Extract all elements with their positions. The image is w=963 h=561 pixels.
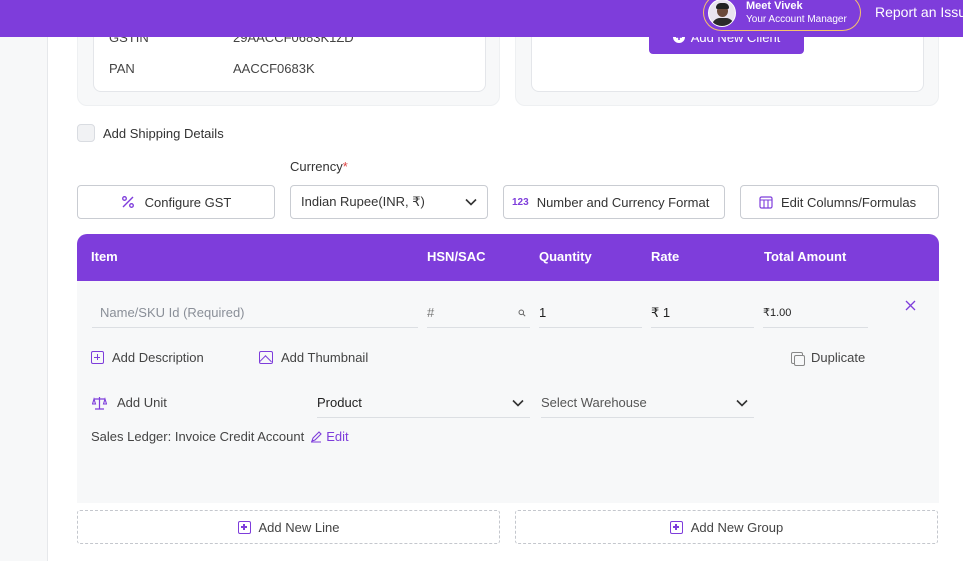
account-manager-pill[interactable]: Meet Vivek Your Account Manager: [703, 0, 861, 31]
hsn-input[interactable]: #: [427, 298, 530, 328]
header-hsn: HSN/SAC: [427, 249, 486, 264]
product-type-select[interactable]: Product: [317, 388, 530, 418]
chevron-down-icon: [465, 198, 477, 206]
chevron-down-icon: [736, 399, 748, 407]
pan-label: PAN: [109, 61, 135, 76]
chevron-down-icon: [512, 399, 524, 407]
rate-input[interactable]: ₹ 1: [651, 298, 754, 328]
add-unit-link[interactable]: Add Unit: [92, 395, 167, 410]
shipping-details-toggle[interactable]: Add Shipping Details: [77, 124, 224, 142]
add-thumbnail-link[interactable]: Add Thumbnail: [259, 350, 368, 365]
left-sidebar-strip: [0, 0, 48, 561]
plus-square-icon: [91, 351, 104, 364]
warehouse-select[interactable]: Select Warehouse: [541, 388, 754, 418]
plus-square-icon: [237, 520, 251, 534]
header-quantity: Quantity: [539, 249, 592, 264]
pencil-icon: [311, 430, 322, 443]
search-icon[interactable]: [518, 309, 526, 317]
remove-row-button[interactable]: [905, 298, 916, 316]
edit-ledger-link[interactable]: Edit: [310, 429, 349, 444]
currency-label: Currency*: [290, 159, 348, 174]
header-item: Item: [91, 249, 118, 264]
number-format-icon: 123: [512, 196, 529, 208]
shipping-checkbox[interactable]: [77, 124, 95, 142]
manager-name: Meet Vivek: [746, 0, 803, 12]
edit-columns-label: Edit Columns/Formulas: [781, 194, 917, 210]
table-columns-icon: [759, 195, 773, 209]
add-new-line-button[interactable]: Add New Line: [77, 510, 500, 544]
pan-row: PAN AACCF0683K: [109, 61, 315, 76]
currency-select[interactable]: Indian Rupee(INR, ₹): [290, 185, 488, 219]
number-currency-format-button[interactable]: 123 Number and Currency Format: [503, 185, 725, 219]
configure-gst-button[interactable]: Configure GST: [77, 185, 275, 219]
shipping-label: Add Shipping Details: [103, 125, 224, 141]
close-icon[interactable]: [905, 300, 916, 311]
add-description-link[interactable]: Add Description: [91, 350, 204, 365]
plus-square-icon: [669, 520, 683, 534]
image-icon: [259, 351, 273, 364]
sales-ledger: Sales Ledger: Invoice Credit Account Edi…: [91, 429, 349, 444]
items-table-header: Item HSN/SAC Quantity Rate Total Amount: [77, 234, 939, 281]
duplicate-icon: [791, 351, 805, 366]
add-new-group-button[interactable]: Add New Group: [515, 510, 938, 544]
scale-icon: [92, 396, 107, 410]
avatar: [708, 0, 736, 27]
header-total: Total Amount: [764, 249, 847, 264]
top-bar: Meet Vivek Your Account Manager Report a…: [0, 0, 963, 37]
manager-role: Your Account Manager: [746, 13, 847, 25]
header-rate: Rate: [651, 249, 680, 264]
configure-gst-label: Configure GST: [144, 194, 232, 210]
percent-icon: [121, 196, 134, 208]
quantity-input[interactable]: 1: [539, 298, 642, 328]
total-amount: ₹1.00: [763, 298, 868, 328]
edit-columns-button[interactable]: Edit Columns/Formulas: [740, 185, 939, 219]
ledger-text: Sales Ledger: Invoice Credit Account: [91, 429, 305, 444]
number-format-label: Number and Currency Format: [536, 194, 710, 210]
duplicate-link[interactable]: Duplicate: [791, 350, 865, 366]
currency-value: Indian Rupee(INR, ₹): [301, 194, 425, 209]
report-issue-link[interactable]: Report an Issue: [875, 4, 963, 20]
item-name-input[interactable]: Name/SKU Id (Required): [92, 298, 418, 328]
pan-value: AACCF0683K: [233, 61, 315, 76]
